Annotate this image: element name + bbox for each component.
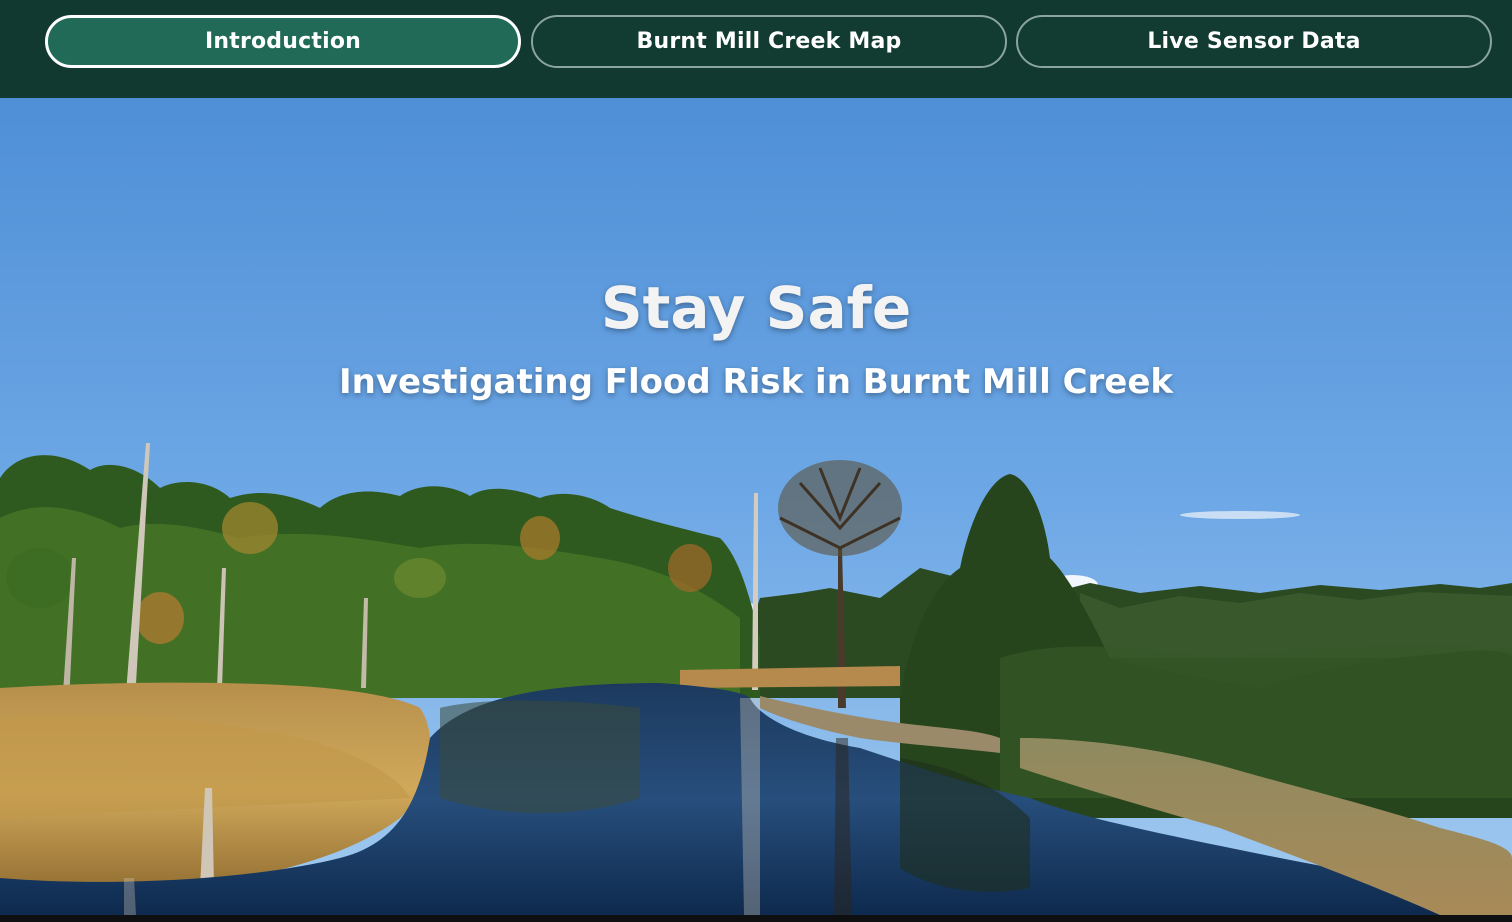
nav-tab-live-sensor-data[interactable]: Live Sensor Data xyxy=(1016,15,1492,68)
nav-tab-label: Introduction xyxy=(204,29,361,54)
nav-tab-burnt-mill-creek-map[interactable]: Burnt Mill Creek Map xyxy=(531,15,1007,68)
top-nav-bar: Introduction Burnt Mill Creek Map Live S… xyxy=(0,0,1512,98)
app-window: Introduction Burnt Mill Creek Map Live S… xyxy=(0,0,1512,922)
nav-tab-introduction[interactable]: Introduction xyxy=(45,15,521,68)
hero-title: Stay Safe xyxy=(600,274,912,342)
hero-section: Stay Safe Investigating Flood Risk in Bu… xyxy=(0,98,1512,915)
hero-subtitle: Investigating Flood Risk in Burnt Mill C… xyxy=(338,362,1174,402)
nav-tab-label: Burnt Mill Creek Map xyxy=(636,29,902,54)
hero-background-image xyxy=(0,98,1512,915)
bottom-edge-strip xyxy=(0,915,1512,922)
nav-tab-label: Live Sensor Data xyxy=(1147,29,1361,54)
